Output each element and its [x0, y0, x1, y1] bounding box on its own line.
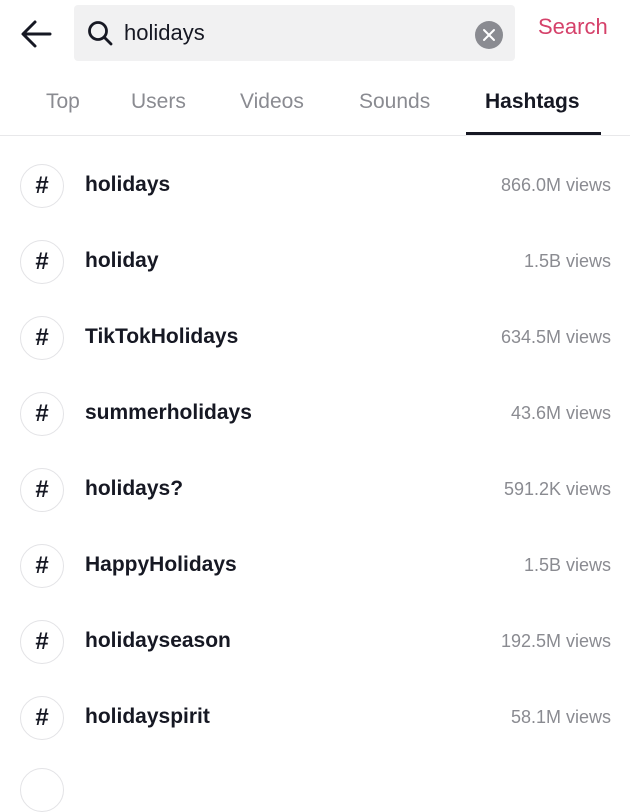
hashtag-icon: #: [20, 696, 64, 740]
hashtag-views: 591.2K views: [503, 479, 611, 499]
tab-sounds[interactable]: Sounds: [359, 90, 430, 114]
hashtag-icon: #: [20, 240, 64, 284]
back-button[interactable]: [18, 14, 58, 54]
tab-users[interactable]: Users: [131, 90, 186, 114]
hashtag-row[interactable]: # TikTokHolidays 634.5M views: [0, 300, 630, 376]
hashtag-name: holidayseason: [85, 629, 231, 652]
search-button[interactable]: Search: [538, 14, 608, 40]
active-tab-indicator: [466, 132, 601, 135]
hashtag-row[interactable]: # holidays? 591.2K views: [0, 452, 630, 528]
hashtag-views: 192.5M views: [500, 631, 611, 651]
hashtag-name: HappyHolidays: [85, 553, 237, 576]
hashtag-name: holidayspirit: [85, 705, 210, 728]
hashtag-row[interactable]: # holiday 1.5B views: [0, 224, 630, 300]
hashtag-views: 634.5M views: [500, 327, 611, 347]
hashtag-row[interactable]: # HappyHolidays 1.5B views: [0, 528, 630, 604]
tab-top[interactable]: Top: [46, 90, 80, 114]
hashtag-list: # holidays 866.0M views # holiday 1.5B v…: [0, 148, 630, 756]
search-input[interactable]: [124, 5, 464, 61]
hashtag-row[interactable]: # summerholidays 43.6M views: [0, 376, 630, 452]
search-icon: [88, 21, 113, 46]
hashtag-icon-partial: [20, 768, 64, 812]
close-icon: [483, 29, 495, 41]
hashtag-row[interactable]: # holidays 866.0M views: [0, 148, 630, 224]
hashtag-icon: #: [20, 392, 64, 436]
search-header: Search: [0, 0, 630, 66]
hashtag-views: 1.5B views: [523, 251, 611, 271]
arrow-left-icon: [21, 20, 52, 48]
tab-hashtags[interactable]: Hashtags: [485, 90, 580, 114]
hashtag-views: 1.5B views: [523, 555, 611, 575]
search-tabs: Top Users Videos Sounds Hashtags: [0, 72, 630, 136]
hashtag-name: holidays?: [85, 477, 184, 500]
hashtag-icon: #: [20, 468, 64, 512]
hashtag-row[interactable]: # holidayseason 192.5M views: [0, 604, 630, 680]
hashtag-row[interactable]: # holidayspirit 58.1M views: [0, 680, 630, 756]
search-field[interactable]: [74, 5, 515, 61]
hashtag-name: summerholidays: [85, 401, 252, 424]
hashtag-views: 43.6M views: [510, 403, 611, 423]
hashtag-views: 58.1M views: [510, 707, 611, 727]
hashtag-name: holidays: [85, 173, 171, 196]
hashtag-icon: #: [20, 316, 64, 360]
hashtag-views: 866.0M views: [500, 175, 611, 195]
hashtag-name: holiday: [85, 249, 159, 272]
hashtag-name: TikTokHolidays: [85, 325, 239, 348]
clear-search-button[interactable]: [475, 21, 503, 49]
hashtag-icon: #: [20, 620, 64, 664]
hashtag-icon: #: [20, 164, 64, 208]
tab-videos[interactable]: Videos: [240, 90, 304, 114]
hashtag-icon: #: [20, 544, 64, 588]
